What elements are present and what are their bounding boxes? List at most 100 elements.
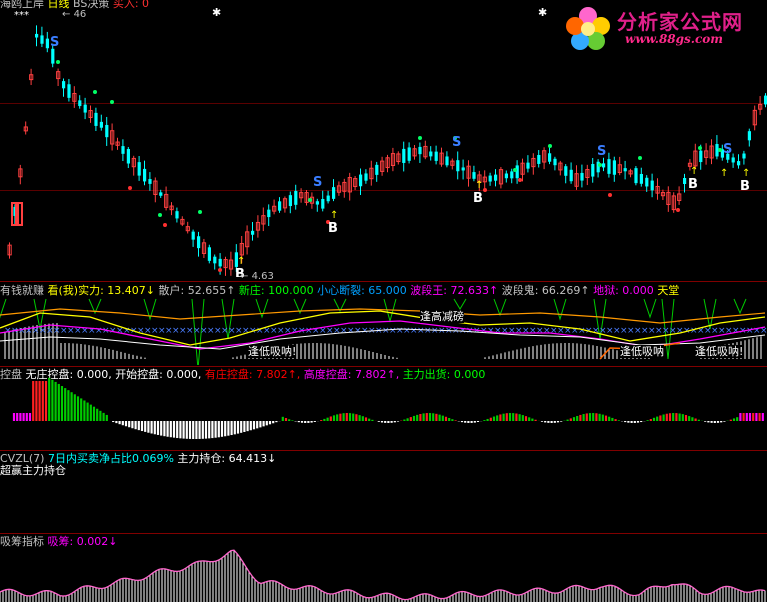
candle-down: [623, 168, 627, 172]
signal-dot-green: [110, 100, 114, 104]
candle-down: [510, 171, 514, 179]
signal-dot-red: [128, 186, 132, 190]
watermark-logo: 分析家公式网 www.88gs.com: [563, 4, 763, 56]
candle-down: [434, 151, 438, 161]
accumulation-line: [0, 549, 766, 601]
signal-dot-red: [608, 193, 612, 197]
candle-down: [472, 172, 476, 179]
top-star-right-1: ✱: [212, 6, 222, 19]
candle-down: [332, 187, 336, 199]
candle-down: [747, 131, 751, 141]
annot-buy-low-1: 逢低吸呐!: [248, 345, 297, 358]
candle-down: [218, 258, 222, 267]
candle-down: [175, 211, 179, 219]
candle-down: [121, 146, 125, 154]
buy-arrow-icon: ↑: [720, 168, 728, 179]
candle-down: [494, 174, 498, 181]
buy-arrow-icon: ↑: [742, 168, 750, 179]
annot-buy-low-2: 逢低吸呐: [620, 345, 664, 358]
money-indicator-pane[interactable]: 有钱就赚 看(我)实力: 13.407↓ 散户: 52.655↑ 新庄: 100…: [0, 283, 767, 365]
buy-arrow-icon: ↑: [330, 210, 338, 221]
candle-down: [213, 256, 217, 264]
candle-down: [67, 84, 71, 98]
green-spike: [493, 298, 507, 317]
watermark-url: www.88gs.com: [625, 32, 723, 46]
buy-signal-marker: B: [740, 179, 750, 194]
buy-arrow-icon: ↑: [475, 180, 483, 191]
candle-down: [207, 247, 211, 261]
signal-dot-green: [308, 198, 312, 202]
candle-down: [315, 201, 319, 205]
sell-signal-marker: S: [452, 135, 461, 150]
green-spike: [643, 298, 657, 319]
candle-down: [40, 35, 44, 44]
candle-down: [548, 153, 552, 162]
candle-down: [143, 168, 147, 182]
candle-down: [288, 195, 292, 207]
candle-down: [321, 198, 325, 209]
signal-dot-green: [548, 144, 552, 148]
sell-signal-marker: S: [723, 142, 732, 157]
candle-down: [267, 209, 271, 218]
candle-down: [607, 159, 611, 174]
candle-down: [683, 178, 687, 184]
candle-down: [537, 154, 541, 164]
control-pane[interactable]: 控盘 无庄控盘: 0.000, 开始控盘: 0.000, 有庄控盘: 7.802…: [0, 367, 767, 449]
candle-down: [126, 149, 130, 164]
candle-down: [45, 38, 49, 49]
candle-down: [148, 179, 152, 184]
candle-down: [278, 201, 282, 211]
accumulation-histogram[interactable]: [0, 534, 767, 602]
candle-down: [564, 166, 568, 176]
candle-down: [742, 153, 746, 159]
candle-down: [191, 231, 195, 240]
candle-down: [364, 173, 368, 181]
signal-dot-green: [56, 60, 60, 64]
candle-down: [488, 175, 492, 182]
sell-signal-marker: S: [50, 35, 59, 50]
candle-down: [83, 104, 87, 113]
control-histogram[interactable]: [0, 367, 767, 449]
candle-down: [251, 230, 255, 235]
cvzl-pane[interactable]: CVZL(7) 7日内买卖净占比0.069% 主力持仓: 64.413↓ 超赢主…: [0, 451, 767, 533]
top-star-markers: ***: [14, 10, 29, 21]
accumulation-pane[interactable]: 吸筹指标 吸筹: 0.002↓: [0, 534, 767, 602]
flower-logo-icon: [566, 7, 610, 50]
signal-dot-green: [418, 136, 422, 140]
candle-down: [137, 162, 141, 176]
kline-pane[interactable]: S S S S S ↑ B ↑ B ↑ B ↑ B ↑ B ↑ 海鸥上岸 日线 BS决策 买入: 0 *** …: [0, 0, 767, 282]
candle-down: [375, 164, 379, 175]
candle-down: [580, 172, 584, 181]
sell-signal-marker: S: [313, 175, 322, 190]
candle-down: [737, 161, 741, 166]
signal-dot-green: [158, 213, 162, 217]
signal-dot-red: [483, 188, 487, 192]
candle-down: [612, 160, 616, 175]
candle-down: [445, 156, 449, 166]
candle-down: [402, 148, 406, 163]
buy-arrow-icon: ↑: [690, 166, 698, 177]
green-spike: [453, 298, 467, 310]
candle-down: [602, 163, 606, 168]
candle-down: [62, 81, 66, 89]
candle-up: [17, 202, 23, 226]
candle-down: [456, 160, 460, 172]
signal-dot-green: [598, 163, 602, 167]
buy-value: 买入: 0: [112, 0, 150, 10]
candle-down: [159, 192, 163, 196]
buy-signal-marker: B: [688, 177, 698, 192]
candle-down: [650, 180, 654, 191]
candle-down: [99, 121, 103, 128]
high-price-label: ← 46: [62, 9, 87, 20]
signal-dot-red: [518, 178, 522, 182]
signal-dot-red: [218, 268, 222, 272]
annot-buy-low-3: 逢低吸呐!: [695, 345, 744, 358]
candle-down: [639, 173, 643, 184]
annot-sell-high: 逢高减磅: [420, 310, 464, 323]
candle-down: [504, 173, 508, 179]
candle-down: [526, 162, 530, 169]
candle-down: [294, 190, 298, 205]
candle-down: [35, 33, 39, 38]
green-spike: [733, 298, 747, 315]
candle-down: [197, 236, 201, 249]
